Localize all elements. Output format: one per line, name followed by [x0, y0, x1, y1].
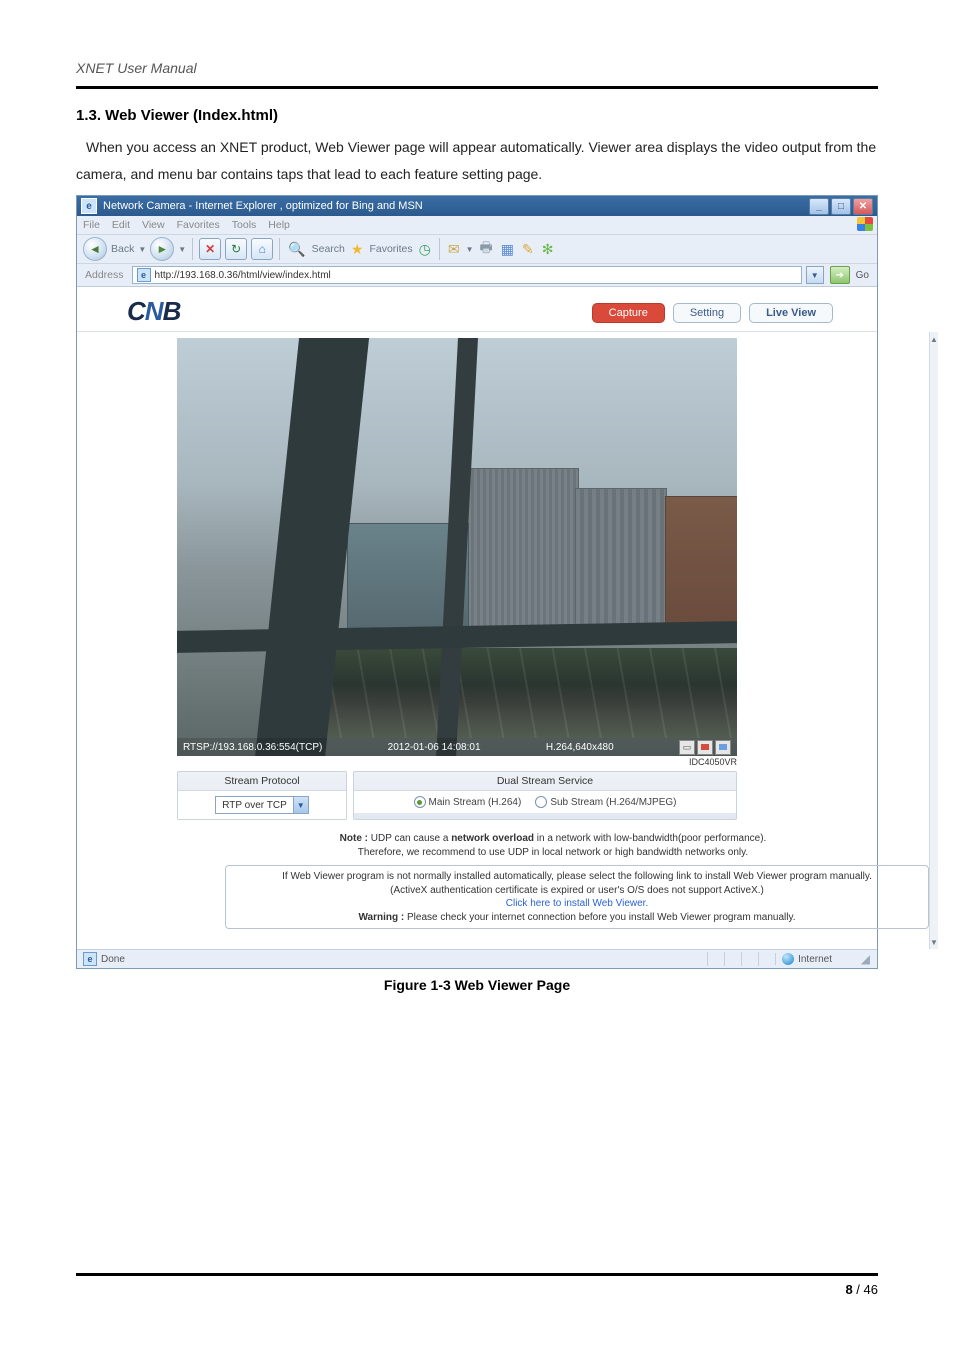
back-button[interactable]: ◄	[83, 237, 107, 261]
sub-stream-radio[interactable]: Sub Stream (H.264/MJPEG)	[535, 796, 676, 808]
size-small-icon[interactable]: ▭	[679, 740, 695, 755]
mail-button[interactable]: ✉	[446, 241, 462, 258]
size-medium-icon[interactable]	[697, 740, 713, 755]
discuss-button[interactable]: ✎	[520, 241, 536, 258]
favorites-label: Favorites	[369, 243, 412, 255]
edit-button[interactable]: ▦	[499, 241, 516, 258]
close-button[interactable]: ✕	[853, 198, 873, 215]
capture-button[interactable]: Capture	[592, 303, 665, 323]
menu-edit[interactable]: Edit	[112, 219, 130, 231]
home-button[interactable]: ⌂	[251, 238, 273, 260]
address-input[interactable]: e http://193.168.0.36/html/view/index.ht…	[132, 266, 802, 284]
install-note-box: If Web Viewer program is not normally in…	[225, 865, 929, 929]
history-button[interactable]: ◷	[417, 241, 433, 258]
messenger-button[interactable]: ✻	[540, 241, 556, 258]
minimize-button[interactable]: _	[809, 198, 829, 215]
menu-bar: File Edit View Favorites Tools Help	[77, 216, 877, 235]
menu-view[interactable]: View	[142, 219, 165, 231]
separator-icon	[439, 238, 440, 260]
running-header: XNET User Manual	[76, 60, 878, 80]
window-titlebar: e Network Camera - Internet Explorer , o…	[77, 196, 877, 216]
footer-rule	[76, 1273, 878, 1276]
forward-button[interactable]: ►	[150, 237, 174, 261]
section-paragraph: When you access an XNET product, Web Vie…	[76, 134, 878, 187]
dual-stream-heading: Dual Stream Service	[354, 772, 736, 791]
menu-help[interactable]: Help	[268, 219, 290, 231]
address-value: http://193.168.0.36/html/view/index.html	[155, 270, 331, 281]
size-large-icon[interactable]	[715, 740, 731, 755]
brand-logo: CNB	[127, 296, 180, 327]
scroll-up-icon[interactable]: ▲	[930, 332, 938, 346]
liveview-button[interactable]: Live View	[749, 303, 833, 323]
search-label: Search	[312, 243, 345, 255]
stream-controls: Stream Protocol RTP over TCP ▼ Dual Stre…	[177, 771, 737, 820]
page-icon: e	[137, 268, 151, 282]
menu-tools[interactable]: Tools	[232, 219, 257, 231]
page-content: CNB Capture Setting Live View	[77, 287, 877, 949]
overlay-codec: H.264,640x480	[546, 742, 614, 753]
chevron-down-icon[interactable]: ▼	[293, 797, 308, 813]
video-viewer: RTSP://193.168.0.36:554(TCP) 2012-01-06 …	[177, 338, 737, 756]
stream-protocol-value: RTP over TCP	[216, 800, 292, 811]
install-warning: Please check your internet connection be…	[407, 912, 796, 923]
install-warning-prefix: Warning :	[358, 912, 407, 923]
print-button[interactable]: 🖶	[478, 237, 495, 261]
address-dropdown-button[interactable]: ▼	[806, 266, 824, 284]
device-id-label: IDC4050VR	[177, 756, 739, 771]
dual-stream-panel: Dual Stream Service Main Stream (H.264) …	[353, 771, 737, 820]
sub-stream-label: Sub Stream (H.264/MJPEG)	[550, 797, 676, 808]
stream-protocol-dropdown[interactable]: RTP over TCP ▼	[215, 796, 308, 814]
radio-unselected-icon	[535, 796, 547, 808]
ie-icon: e	[81, 198, 97, 214]
status-done: Done	[101, 954, 125, 965]
status-page-icon: e	[83, 952, 97, 966]
windows-flag-icon	[857, 217, 873, 231]
browser-window: e Network Camera - Internet Explorer , o…	[76, 195, 878, 969]
video-overlay-bar: RTSP://193.168.0.36:554(TCP) 2012-01-06 …	[177, 738, 737, 756]
toolbar: ◄ Back ▼ ► ▼ ✕ ↻ ⌂ 🔍 Search ★ Favorites …	[77, 235, 877, 264]
forward-dropdown-icon[interactable]: ▼	[178, 245, 186, 254]
stream-protocol-heading: Stream Protocol	[178, 772, 346, 791]
separator-icon	[279, 238, 280, 260]
go-button[interactable]: ➔	[830, 266, 850, 284]
refresh-button[interactable]: ↻	[225, 238, 247, 260]
app-header: CNB Capture Setting Live View	[77, 287, 877, 332]
stop-button[interactable]: ✕	[199, 238, 221, 260]
status-bar: e Done Internet ◢	[77, 949, 877, 968]
install-link[interactable]: Click here to install Web Viewer.	[506, 898, 648, 909]
search-icon[interactable]: 🔍	[286, 241, 307, 258]
go-label: Go	[854, 270, 873, 281]
globe-icon	[782, 953, 794, 965]
back-dropdown-icon[interactable]: ▼	[138, 245, 146, 254]
main-stream-radio[interactable]: Main Stream (H.264)	[414, 796, 522, 808]
figure-caption: Figure 1-3 Web Viewer Page	[76, 977, 878, 993]
security-zone: Internet	[775, 953, 854, 965]
favorites-star-icon[interactable]: ★	[349, 241, 366, 258]
window-title: Network Camera - Internet Explorer , opt…	[103, 200, 809, 212]
back-label: Back	[111, 243, 134, 255]
maximize-button[interactable]: □	[831, 198, 851, 215]
radio-selected-icon	[414, 796, 426, 808]
section-title: 1.3. Web Viewer (Index.html)	[76, 107, 878, 124]
zone-label: Internet	[798, 954, 832, 965]
stream-protocol-panel: Stream Protocol RTP over TCP ▼	[177, 771, 347, 820]
separator-icon	[192, 238, 193, 260]
setting-button[interactable]: Setting	[673, 303, 741, 323]
address-bar: Address e http://193.168.0.36/html/view/…	[77, 264, 877, 287]
header-rule	[76, 86, 878, 89]
overlay-rtsp: RTSP://193.168.0.36:554(TCP)	[183, 742, 322, 753]
install-line2: (ActiveX authentication certificate is e…	[390, 885, 764, 896]
install-line1: If Web Viewer program is not normally in…	[282, 871, 872, 882]
page-number: 8 / 46	[76, 1282, 878, 1297]
main-stream-label: Main Stream (H.264)	[429, 797, 522, 808]
menu-file[interactable]: File	[83, 219, 100, 231]
scroll-down-icon[interactable]: ▼	[930, 935, 938, 949]
note-text: Note : UDP can cause a network overload …	[208, 832, 898, 859]
overlay-timestamp: 2012-01-06 14:08:01	[388, 742, 481, 753]
mail-dropdown-icon[interactable]: ▼	[466, 245, 474, 254]
resize-grip-icon[interactable]: ◢	[854, 952, 871, 966]
menu-favorites[interactable]: Favorites	[177, 219, 220, 231]
vertical-scrollbar[interactable]: ▲ ▼	[929, 332, 938, 949]
address-label: Address	[81, 269, 128, 281]
